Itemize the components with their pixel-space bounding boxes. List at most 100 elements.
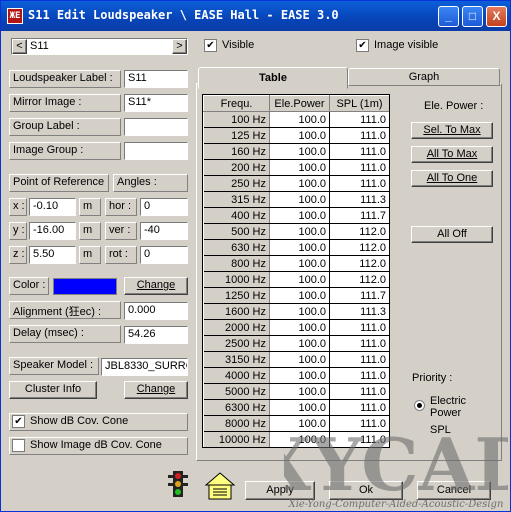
color-swatch[interactable] xyxy=(53,278,117,295)
alignment-field[interactable]: 0.000 xyxy=(124,302,188,320)
table-row[interactable]: 100 Hz 100.0 111.0 xyxy=(203,111,389,128)
cell-spl[interactable]: 111.0 xyxy=(329,399,389,416)
maximize-button[interactable]: □ xyxy=(462,6,483,27)
image-group-field[interactable] xyxy=(124,142,188,160)
tab-graph[interactable]: Graph xyxy=(348,68,500,86)
cell-spl[interactable]: 111.7 xyxy=(329,287,389,304)
y-field[interactable]: -16.00 xyxy=(29,222,76,240)
cell-ele-power[interactable]: 100.0 xyxy=(269,191,330,208)
cell-ele-power[interactable]: 100.0 xyxy=(269,399,330,416)
change-color-button[interactable]: Change xyxy=(124,277,188,295)
table-row[interactable]: 800 Hz 100.0 112.0 xyxy=(203,255,389,272)
close-button[interactable]: X xyxy=(486,6,507,27)
cell-ele-power[interactable]: 100.0 xyxy=(269,303,330,320)
visible-checkbox[interactable]: ✔ xyxy=(204,39,217,52)
cluster-info-button[interactable]: Cluster Info xyxy=(9,381,97,399)
show-image-db-cone-row[interactable]: Show Image dB Cov. Cone xyxy=(9,437,188,455)
tab-table[interactable]: Table xyxy=(198,67,348,89)
cell-ele-power[interactable]: 100.0 xyxy=(269,207,330,224)
cell-frequ: 10000 Hz xyxy=(203,431,270,447)
speaker-selector[interactable]: < S11 > xyxy=(11,38,188,55)
hor-caption: hor : xyxy=(105,198,137,216)
cell-ele-power[interactable]: 100.0 xyxy=(269,383,330,400)
group-label-field[interactable] xyxy=(124,118,188,136)
cell-ele-power[interactable]: 100.0 xyxy=(269,335,330,352)
delay-field[interactable]: 54.26 xyxy=(124,326,188,344)
cell-spl[interactable]: 111.0 xyxy=(329,111,389,128)
spl-table[interactable]: Frequ. Ele.Power SPL (1m) 100 Hz 100.0 111… xyxy=(202,94,390,448)
electric-power-radio[interactable] xyxy=(414,400,425,411)
table-row[interactable]: 4000 Hz 100.0 111.0 xyxy=(203,367,389,384)
all-to-max-button[interactable]: All To Max xyxy=(411,146,493,163)
show-db-cone-checkbox[interactable]: ✔ xyxy=(12,415,25,428)
cell-spl[interactable]: 112.0 xyxy=(329,239,389,256)
cell-ele-power[interactable]: 100.0 xyxy=(269,255,330,272)
all-off-button[interactable]: All Off xyxy=(411,226,493,243)
speaker-model-field[interactable]: JBL8330_SURRO xyxy=(101,358,188,376)
cell-spl[interactable]: 112.0 xyxy=(329,255,389,272)
table-row[interactable]: 125 Hz 100.0 111.0 xyxy=(203,127,389,144)
table-row[interactable]: 200 Hz 100.0 111.0 xyxy=(203,159,389,176)
image-visible-checkbox[interactable]: ✔ xyxy=(356,39,369,52)
z-field[interactable]: 5.50 xyxy=(29,246,76,264)
minimize-button[interactable]: _ xyxy=(438,6,459,27)
table-row[interactable]: 160 Hz 100.0 111.0 xyxy=(203,143,389,160)
table-row[interactable]: 2000 Hz 100.0 111.0 xyxy=(203,319,389,336)
x-field[interactable]: -0.10 xyxy=(29,198,76,216)
cell-ele-power[interactable]: 100.0 xyxy=(269,159,330,176)
radio-dot-icon xyxy=(417,403,422,408)
cell-ele-power[interactable]: 100.0 xyxy=(269,271,330,288)
cell-ele-power[interactable]: 100.0 xyxy=(269,143,330,160)
cell-spl[interactable]: 112.0 xyxy=(329,223,389,240)
cell-ele-power[interactable]: 100.0 xyxy=(269,319,330,336)
show-image-db-cone-checkbox[interactable] xyxy=(12,439,25,452)
change-model-button[interactable]: Change xyxy=(124,381,188,399)
cell-spl[interactable]: 111.0 xyxy=(329,143,389,160)
next-speaker-button[interactable]: > xyxy=(172,39,187,54)
loudspeaker-label-field[interactable]: S11 xyxy=(124,70,188,88)
prev-speaker-button[interactable]: < xyxy=(12,39,27,54)
all-to-one-button[interactable]: All To One xyxy=(411,170,493,187)
cell-spl[interactable]: 111.3 xyxy=(329,191,389,208)
cell-ele-power[interactable]: 100.0 xyxy=(269,175,330,192)
cell-spl[interactable]: 111.0 xyxy=(329,159,389,176)
table-row[interactable]: 1600 Hz 100.0 111.3 xyxy=(203,303,389,320)
table-row[interactable]: 1000 Hz 100.0 112.0 xyxy=(203,271,389,288)
title-bar[interactable]: ЖЕ S11 Edit Loudspeaker \ EASE Hall - EA… xyxy=(1,1,510,31)
cell-ele-power[interactable]: 100.0 xyxy=(269,239,330,256)
house-note-icon[interactable] xyxy=(204,471,236,501)
table-row[interactable]: 315 Hz 100.0 111.3 xyxy=(203,191,389,208)
table-row[interactable]: 630 Hz 100.0 112.0 xyxy=(203,239,389,256)
table-row[interactable]: 6300 Hz 100.0 111.0 xyxy=(203,399,389,416)
table-row[interactable]: 400 Hz 100.0 111.7 xyxy=(203,207,389,224)
cell-spl[interactable]: 111.0 xyxy=(329,367,389,384)
cell-ele-power[interactable]: 100.0 xyxy=(269,367,330,384)
cell-ele-power[interactable]: 100.0 xyxy=(269,223,330,240)
cell-spl[interactable]: 112.0 xyxy=(329,271,389,288)
ver-field[interactable]: -40 xyxy=(140,222,188,240)
table-row[interactable]: 250 Hz 100.0 111.0 xyxy=(203,175,389,192)
cell-spl[interactable]: 111.7 xyxy=(329,207,389,224)
mirror-image-field[interactable]: S11* xyxy=(124,94,188,112)
cell-spl[interactable]: 111.0 xyxy=(329,127,389,144)
cell-ele-power[interactable]: 100.0 xyxy=(269,287,330,304)
cell-ele-power[interactable]: 100.0 xyxy=(269,351,330,368)
cell-spl[interactable]: 111.0 xyxy=(329,383,389,400)
rot-field[interactable]: 0 xyxy=(140,246,188,264)
cell-spl[interactable]: 111.3 xyxy=(329,303,389,320)
cell-ele-power[interactable]: 100.0 xyxy=(269,111,330,128)
cell-spl[interactable]: 111.0 xyxy=(329,175,389,192)
cell-spl[interactable]: 111.0 xyxy=(329,319,389,336)
show-db-cone-row[interactable]: Show dB Cov. Cone xyxy=(9,413,188,431)
table-row[interactable]: 1250 Hz 100.0 111.7 xyxy=(203,287,389,304)
cell-ele-power[interactable]: 100.0 xyxy=(269,127,330,144)
table-row[interactable]: 500 Hz 100.0 112.0 xyxy=(203,223,389,240)
cell-spl[interactable]: 111.0 xyxy=(329,335,389,352)
traffic-light-icon[interactable] xyxy=(165,469,191,501)
table-row[interactable]: 5000 Hz 100.0 111.0 xyxy=(203,383,389,400)
hor-field[interactable]: 0 xyxy=(140,198,188,216)
table-row[interactable]: 3150 Hz 100.0 111.0 xyxy=(203,351,389,368)
table-row[interactable]: 2500 Hz 100.0 111.0 xyxy=(203,335,389,352)
cell-spl[interactable]: 111.0 xyxy=(329,351,389,368)
sel-to-max-button[interactable]: Sel. To Max xyxy=(411,122,493,139)
